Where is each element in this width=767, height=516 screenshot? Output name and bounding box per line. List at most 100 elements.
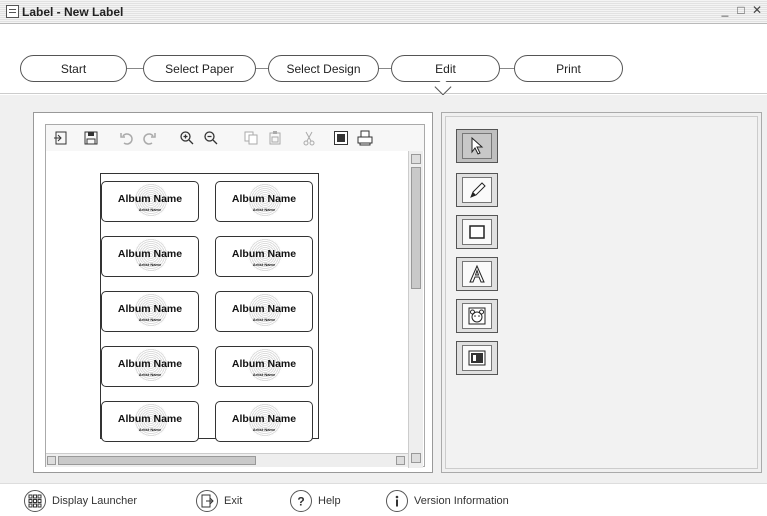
label-cell[interactable]: Album Name Artist Name <box>101 181 199 222</box>
step-connector <box>127 68 143 69</box>
label-title: Album Name <box>231 358 297 370</box>
paste-icon[interactable] <box>266 129 284 147</box>
copy-icon[interactable] <box>242 129 260 147</box>
label-subtitle: Artist Name <box>252 372 276 377</box>
label-title: Album Name <box>231 193 297 205</box>
redo-icon[interactable] <box>140 129 158 147</box>
window-title: Label - New Label <box>22 5 124 19</box>
label-cell[interactable]: Album Name Artist Name <box>215 291 313 332</box>
step-select-design[interactable]: Select Design <box>268 55 379 82</box>
label-title: Album Name <box>117 248 183 260</box>
help-label: Help <box>318 495 341 507</box>
label-cell[interactable]: Album Name Artist Name <box>215 236 313 277</box>
label-subtitle: Artist Name <box>138 207 162 212</box>
step-navigation: Start Select Paper Select Design Edit Pr… <box>0 24 767 94</box>
label-title: Album Name <box>117 193 183 205</box>
undo-icon[interactable] <box>118 129 136 147</box>
step-connector <box>379 68 391 69</box>
label-title: Album Name <box>117 413 183 425</box>
horizontal-scrollbar[interactable] <box>46 453 408 467</box>
minimize-button[interactable]: _ <box>719 3 731 17</box>
import-icon[interactable] <box>52 129 70 147</box>
cut-icon[interactable] <box>300 129 318 147</box>
step-edit[interactable]: Edit <box>391 55 500 82</box>
save-icon[interactable] <box>82 129 100 147</box>
close-button[interactable]: ✕ <box>751 3 763 17</box>
svg-text:?: ? <box>297 495 304 509</box>
tools-palette <box>445 116 758 469</box>
canvas-toolbar <box>46 125 424 151</box>
print-icon[interactable] <box>356 129 374 147</box>
exit-icon <box>196 490 218 512</box>
pencil-icon <box>470 182 486 198</box>
scroll-left-button[interactable] <box>47 456 56 465</box>
pointer-icon <box>471 136 484 155</box>
scroll-down-button[interactable] <box>411 453 421 463</box>
info-icon <box>386 490 408 512</box>
title-bar: Label - New Label _ □ ✕ <box>0 0 767 24</box>
pointer-tool-button[interactable] <box>456 129 498 163</box>
label-subtitle: Artist Name <box>138 372 162 377</box>
horizontal-scroll-thumb[interactable] <box>58 456 256 465</box>
pencil-tool-button[interactable] <box>456 173 498 207</box>
clipart-tool-button[interactable] <box>456 299 498 333</box>
exit-label: Exit <box>224 495 243 507</box>
maximize-button[interactable]: □ <box>735 3 747 17</box>
text-icon <box>469 264 485 283</box>
label-cell[interactable]: Album Name Artist Name <box>101 401 199 442</box>
help-icon: ? <box>290 490 312 512</box>
vertical-scroll-thumb[interactable] <box>411 167 421 289</box>
help-button[interactable]: ? Help <box>290 490 341 512</box>
label-cell[interactable]: Album Name Artist Name <box>101 346 199 387</box>
zoom-out-icon[interactable] <box>202 129 220 147</box>
label-cell[interactable]: Album Name Artist Name <box>101 236 199 277</box>
main-area: Album Name Artist Name Album Name Artist… <box>0 95 767 483</box>
fill-icon[interactable] <box>332 129 350 147</box>
label-sheet-canvas[interactable]: Album Name Artist Name Album Name Artist… <box>46 151 406 451</box>
zoom-in-icon[interactable] <box>178 129 196 147</box>
rectangle-tool-button[interactable] <box>456 215 498 249</box>
canvas-frame: Album Name Artist Name Album Name Artist… <box>45 124 425 468</box>
image-icon <box>468 350 486 366</box>
step-connector <box>256 68 268 69</box>
bottom-bar: Display Launcher Exit ? Help Version Inf… <box>0 483 767 516</box>
image-tool-button[interactable] <box>456 341 498 375</box>
display-launcher-label: Display Launcher <box>52 495 137 507</box>
label-title: Album Name <box>231 303 297 315</box>
label-subtitle: Artist Name <box>252 427 276 432</box>
vertical-scrollbar[interactable] <box>408 151 423 468</box>
canvas-panel: Album Name Artist Name Album Name Artist… <box>33 112 433 473</box>
step-start[interactable]: Start <box>20 55 127 82</box>
exit-button[interactable]: Exit <box>196 490 242 512</box>
label-title: Album Name <box>231 248 297 260</box>
scroll-right-button[interactable] <box>396 456 405 465</box>
text-tool-button[interactable] <box>456 257 498 291</box>
label-title: Album Name <box>117 358 183 370</box>
version-information-button[interactable]: Version Information <box>386 490 509 512</box>
label-title: Album Name <box>231 413 297 425</box>
label-cell[interactable]: Album Name Artist Name <box>101 291 199 332</box>
label-subtitle: Artist Name <box>138 317 162 322</box>
label-title: Album Name <box>117 303 183 315</box>
scroll-up-button[interactable] <box>411 154 421 164</box>
label-subtitle: Artist Name <box>252 262 276 267</box>
window-controls: _ □ ✕ <box>719 3 763 17</box>
label-cell[interactable]: Album Name Artist Name <box>215 181 313 222</box>
label-cell[interactable]: Album Name Artist Name <box>215 401 313 442</box>
step-print[interactable]: Print <box>514 55 623 82</box>
label-subtitle: Artist Name <box>252 317 276 322</box>
tools-panel <box>441 112 762 473</box>
step-select-paper[interactable]: Select Paper <box>143 55 256 82</box>
clipart-icon <box>468 307 486 325</box>
label-subtitle: Artist Name <box>252 207 276 212</box>
rectangle-icon <box>469 225 485 239</box>
app-icon <box>6 5 19 18</box>
label-sheet: Album Name Artist Name Album Name Artist… <box>100 173 319 442</box>
grid-icon <box>24 490 46 512</box>
label-subtitle: Artist Name <box>138 427 162 432</box>
label-subtitle: Artist Name <box>138 262 162 267</box>
display-launcher-button[interactable]: Display Launcher <box>24 490 137 512</box>
version-information-label: Version Information <box>414 495 509 507</box>
step-connector <box>500 68 514 69</box>
label-cell[interactable]: Album Name Artist Name <box>215 346 313 387</box>
